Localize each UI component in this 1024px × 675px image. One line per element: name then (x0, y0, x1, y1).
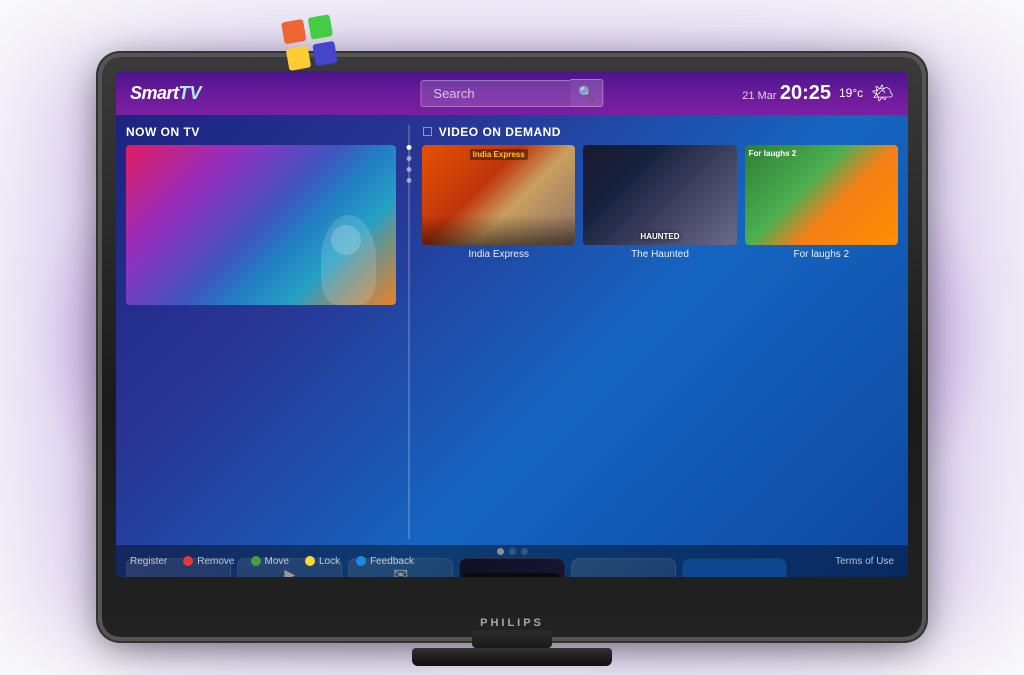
vod-label-laughs: For laughs 2 (794, 249, 850, 260)
green-dot (251, 556, 261, 566)
vod-thumb-india[interactable]: India Express (422, 145, 575, 245)
vod-label-india: India Express (468, 249, 529, 260)
tv-text: TV (179, 83, 202, 104)
logo-yellow (286, 45, 311, 70)
header-right: 21 Mar 20:25 19°c 🌤 (742, 82, 894, 105)
divider-dots (407, 145, 412, 183)
content-area: Now on TV ☐ (116, 115, 908, 545)
feedback-btn: Feedback (356, 556, 414, 567)
remove-btn: Remove (183, 556, 234, 567)
search-bar: 🔍 (420, 79, 603, 107)
vod-item-haunted[interactable]: HAUNTED The Haunted (583, 145, 736, 539)
smart-tv-logo: Smart TV (130, 83, 202, 104)
date-display: 21 Mar 20:25 (742, 82, 831, 105)
lock-btn: Lock (305, 556, 340, 567)
philips-brand: PHILIPS (480, 617, 544, 629)
vod-section: ☐ Video on Demand India Express India Ex… (422, 125, 898, 539)
terms-label: Terms of Use (835, 556, 894, 567)
stand-base (412, 648, 612, 666)
vod-item-india[interactable]: India Express India Express (422, 145, 575, 539)
philips-logo-icon (285, 18, 345, 73)
tv-stand (412, 630, 612, 675)
vod-thumb-haunted[interactable]: HAUNTED (583, 145, 736, 245)
laughs-title: For laughs 2 (749, 149, 797, 158)
now-on-tv-thumbnail[interactable] (126, 145, 396, 305)
now-on-tv-title: Now on TV (126, 125, 396, 139)
vod-thumbnails: India Express India Express HAUNTED The … (422, 145, 898, 539)
tv-outer: Smart TV 🔍 21 Mar 20:25 19°c 🌤 Now on TV (102, 57, 922, 637)
move-btn: Move (251, 556, 289, 567)
weather-icon: 🌤 (871, 83, 894, 104)
search-input[interactable] (420, 80, 570, 107)
dot-2 (407, 156, 412, 161)
blue-dot (356, 556, 366, 566)
register-label: Register (130, 556, 167, 567)
bottom-bar: Register Remove Move Lock Feedback Terms… (116, 545, 908, 577)
header: Smart TV 🔍 21 Mar 20:25 19°c 🌤 (116, 71, 908, 115)
yellow-dot (305, 556, 315, 566)
vod-label-haunted: The Haunted (631, 249, 689, 260)
logo-blue (312, 40, 337, 65)
temp-display: 19°c (839, 86, 863, 100)
vod-title-row: ☐ Video on Demand (422, 125, 898, 139)
vod-title: Video on Demand (439, 125, 561, 139)
now-on-tv-section: Now on TV (126, 125, 396, 539)
dot-4 (407, 178, 412, 183)
haunted-title: HAUNTED (640, 232, 679, 241)
dot-1 (407, 145, 412, 150)
logo-green (307, 14, 332, 39)
red-dot (183, 556, 193, 566)
logo-red (281, 19, 306, 44)
vod-item-laughs[interactable]: For laughs 2 For laughs 2 (745, 145, 898, 539)
search-button[interactable]: 🔍 (570, 79, 603, 107)
smart-text: Smart (130, 83, 179, 104)
tv-screen: Smart TV 🔍 21 Mar 20:25 19°c 🌤 Now on TV (116, 71, 908, 577)
vod-checkbox-icon: ☐ (422, 125, 433, 139)
stand-neck (472, 630, 552, 648)
dot-3 (407, 167, 412, 172)
section-divider (408, 125, 410, 539)
vod-thumb-laughs[interactable]: For laughs 2 (745, 145, 898, 245)
